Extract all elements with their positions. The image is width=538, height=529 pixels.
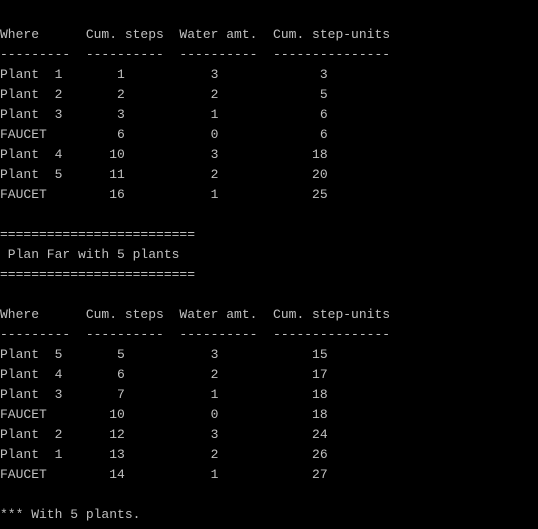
console-line: Plant 4 6 2 17: [0, 367, 328, 382]
console-line: Where Cum. steps Water amt. Cum. step-un…: [0, 27, 391, 42]
console-line: Plant 4 10 3 18: [0, 147, 328, 162]
console-line: *** With 5 plants.: [0, 507, 141, 522]
console-output: ========================= Where Cum. step…: [0, 0, 390, 525]
console-line: Plant 3 7 1 18: [0, 387, 328, 402]
console-window[interactable]: ========================= Where Cum. step…: [0, 0, 538, 529]
console-line: Plan Far with 5 plants: [0, 247, 180, 262]
console-line: Plant 2 12 3 24: [0, 427, 328, 442]
console-line: Plant 1 1 3 3: [0, 67, 328, 82]
console-line: =========================: [0, 267, 196, 282]
console-line: --------- ---------- ---------- --------…: [0, 47, 391, 62]
console-line: FAUCET 14 1 27: [0, 467, 328, 482]
console-line: FAUCET 16 1 25: [0, 187, 328, 202]
console-line: Plant 1 13 2 26: [0, 447, 328, 462]
console-line: Plant 2 2 2 5: [0, 87, 328, 102]
console-line: Plant 3 3 1 6: [0, 107, 328, 122]
console-line: Plant 5 11 2 20: [0, 167, 328, 182]
console-line: Plant 5 5 3 15: [0, 347, 328, 362]
console-line: FAUCET 10 0 18: [0, 407, 328, 422]
console-line: =========================: [0, 227, 196, 242]
console-line: --------- ---------- ---------- --------…: [0, 327, 391, 342]
console-line: FAUCET 6 0 6: [0, 127, 328, 142]
console-line: Where Cum. steps Water amt. Cum. step-un…: [0, 307, 391, 322]
